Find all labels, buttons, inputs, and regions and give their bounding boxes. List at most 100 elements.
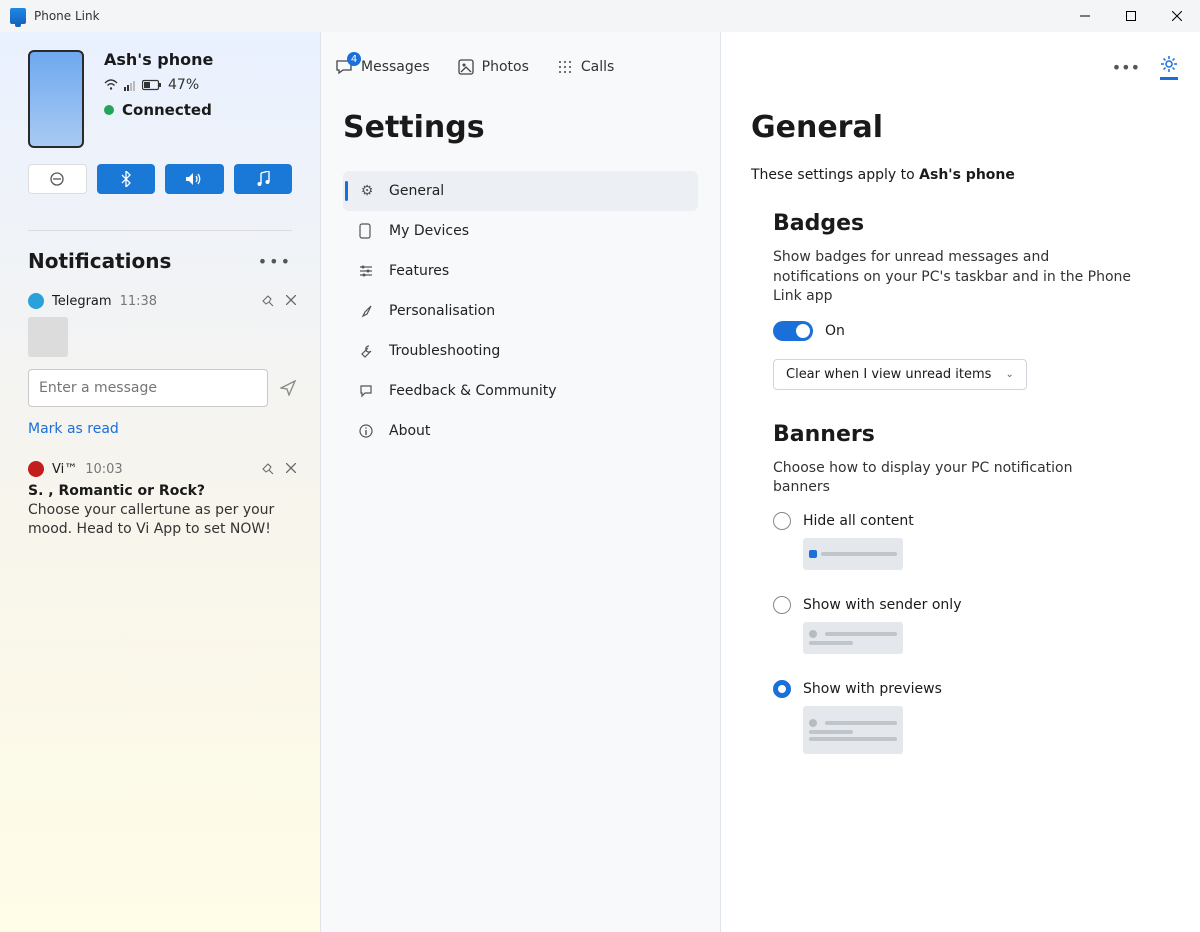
- nav-features[interactable]: Features: [343, 251, 698, 291]
- telegram-icon: [28, 293, 44, 309]
- calls-icon: [557, 59, 573, 75]
- radio-label: Show with sender only: [803, 597, 961, 613]
- banner-option-sender[interactable]: Show with sender only: [773, 596, 1170, 654]
- notification-item[interactable]: Vi™ 10:03 S. , Romantic or Rock? Choose …: [0, 451, 320, 553]
- settings-title: Settings: [343, 110, 698, 145]
- mark-read-link[interactable]: Mark as read: [28, 421, 296, 437]
- send-icon[interactable]: [280, 380, 296, 396]
- more-icon[interactable]: •••: [1112, 58, 1140, 77]
- sidebar-left: Ash's phone 47%: [0, 32, 320, 932]
- center-column: 4 Messages Photos Calls Settings: [320, 32, 720, 932]
- vi-icon: [28, 461, 44, 477]
- notif-thumbnail: [28, 317, 68, 357]
- signal-icon: [124, 79, 136, 91]
- banners-section: Banners Choose how to display your PC no…: [773, 422, 1170, 754]
- applies-text: These settings apply to Ash's phone: [751, 167, 1170, 183]
- badges-title: Badges: [773, 211, 1170, 236]
- notifications-more-icon[interactable]: •••: [258, 252, 292, 271]
- nav-personalisation[interactable]: Personalisation: [343, 291, 698, 331]
- nav-label: General: [389, 183, 444, 199]
- brush-icon: [359, 304, 375, 318]
- radio-icon[interactable]: [773, 596, 791, 614]
- music-button[interactable]: [234, 164, 292, 194]
- tab-label: Photos: [482, 59, 529, 75]
- status-dot: [104, 105, 114, 115]
- wifi-icon: [104, 79, 118, 91]
- dropdown-value: Clear when I view unread items: [786, 367, 991, 382]
- nav-general[interactable]: ⚙ General: [343, 171, 698, 211]
- nav-label: My Devices: [389, 223, 469, 239]
- dismiss-icon[interactable]: [286, 463, 296, 475]
- features-icon: [359, 264, 375, 278]
- general-title: General: [751, 110, 1170, 145]
- notif-app-name: Telegram: [52, 294, 112, 309]
- messages-badge: 4: [347, 52, 361, 66]
- info-icon: [359, 424, 375, 438]
- notif-time: 10:03: [85, 462, 122, 477]
- nav-label: Features: [389, 263, 449, 279]
- badges-section: Badges Show badges for unread messages a…: [773, 211, 1170, 390]
- gear-icon: ⚙: [359, 183, 375, 199]
- app-title: Phone Link: [34, 9, 100, 23]
- notif-body: Choose your callertune as per your mood.…: [28, 501, 296, 539]
- dnd-button[interactable]: [28, 164, 87, 194]
- device-stats: 47%: [104, 77, 213, 93]
- nav-label: About: [389, 423, 430, 439]
- device-icon: [359, 223, 375, 239]
- bluetooth-button[interactable]: [97, 164, 155, 194]
- titlebar: Phone Link: [0, 0, 1200, 32]
- settings-gear-icon[interactable]: [1160, 55, 1178, 80]
- notif-time: 11:38: [120, 294, 157, 309]
- radio-label: Hide all content: [803, 513, 914, 529]
- device-name: Ash's phone: [104, 50, 213, 69]
- notification-item[interactable]: Telegram 11:38 Mark as read: [0, 283, 320, 451]
- feedback-icon: [359, 384, 375, 398]
- tab-label: Messages: [361, 59, 430, 75]
- preview-previews: [803, 706, 903, 754]
- nav-troubleshooting[interactable]: Troubleshooting: [343, 331, 698, 371]
- banners-title: Banners: [773, 422, 1170, 447]
- photos-icon: [458, 59, 474, 75]
- close-button[interactable]: [1154, 0, 1200, 32]
- tab-label: Calls: [581, 59, 614, 75]
- radio-icon[interactable]: [773, 512, 791, 530]
- badges-toggle[interactable]: [773, 321, 813, 341]
- notif-app-name: Vi™: [52, 462, 77, 477]
- banner-option-hide[interactable]: Hide all content: [773, 512, 1170, 570]
- reply-input[interactable]: [28, 369, 268, 407]
- tab-calls[interactable]: Calls: [557, 59, 614, 75]
- banners-desc: Choose how to display your PC notificati…: [773, 459, 1133, 498]
- nav-label: Troubleshooting: [389, 343, 500, 359]
- tab-photos[interactable]: Photos: [458, 59, 529, 75]
- toggle-label: On: [825, 323, 845, 339]
- phone-image: [28, 50, 84, 148]
- nav-label: Feedback & Community: [389, 383, 557, 399]
- nav-label: Personalisation: [389, 303, 495, 319]
- preview-hide: [803, 538, 903, 570]
- messages-icon: 4: [335, 58, 353, 76]
- nav-feedback[interactable]: Feedback & Community: [343, 371, 698, 411]
- nav-my-devices[interactable]: My Devices: [343, 211, 698, 251]
- pin-icon[interactable]: [262, 463, 274, 475]
- battery-icon: [142, 79, 162, 91]
- volume-button[interactable]: [165, 164, 223, 194]
- dismiss-icon[interactable]: [286, 295, 296, 307]
- maximize-button[interactable]: [1108, 0, 1154, 32]
- notif-title: S. , Romantic or Rock?: [28, 483, 296, 499]
- banner-option-previews[interactable]: Show with previews: [773, 680, 1170, 754]
- tab-messages[interactable]: 4 Messages: [335, 58, 430, 76]
- battery-percent: 47%: [168, 77, 199, 93]
- chevron-down-icon: ⌄: [1005, 369, 1013, 380]
- nav-about[interactable]: About: [343, 411, 698, 451]
- radio-label: Show with previews: [803, 681, 942, 697]
- minimize-button[interactable]: [1062, 0, 1108, 32]
- right-column: ••• General These settings apply to Ash'…: [720, 32, 1200, 932]
- pin-icon[interactable]: [262, 295, 274, 307]
- app-icon: [10, 8, 26, 24]
- preview-sender: [803, 622, 903, 654]
- clear-dropdown[interactable]: Clear when I view unread items ⌄: [773, 359, 1027, 390]
- radio-icon[interactable]: [773, 680, 791, 698]
- wrench-icon: [359, 344, 375, 358]
- badges-desc: Show badges for unread messages and noti…: [773, 248, 1133, 307]
- notifications-title: Notifications: [28, 249, 171, 273]
